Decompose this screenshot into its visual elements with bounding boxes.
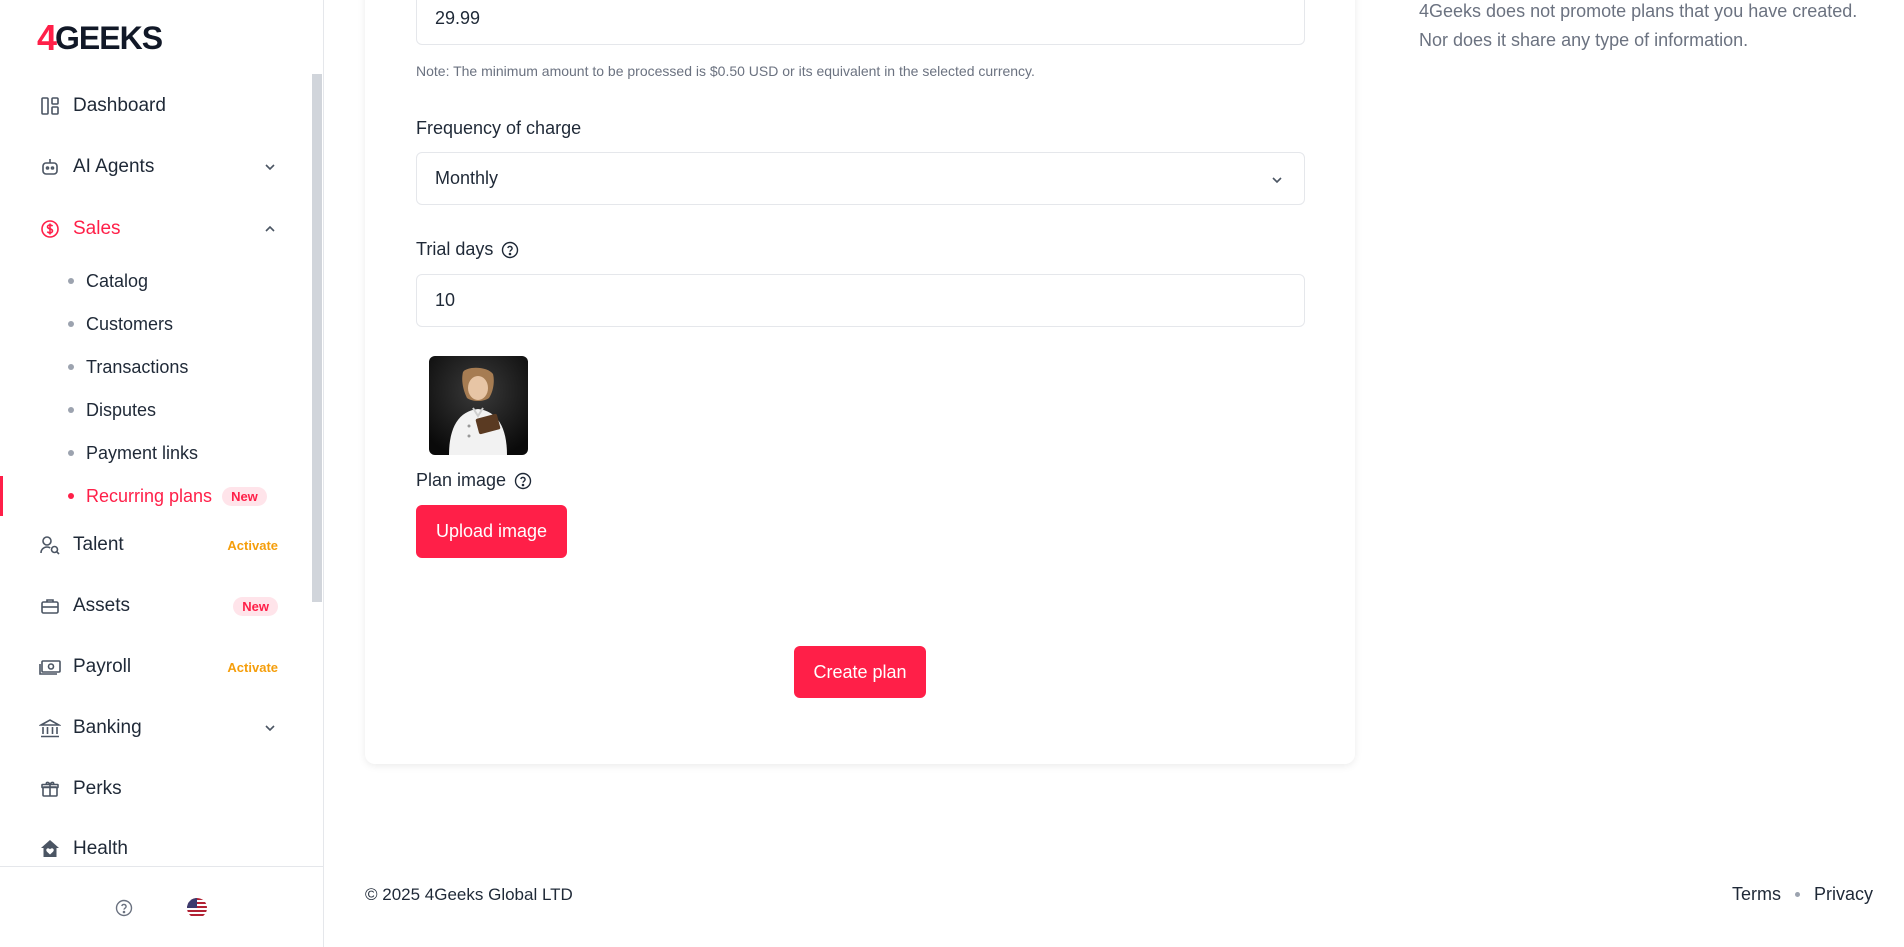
separator-dot — [1794, 892, 1800, 897]
sidebar-item-label: Perks — [73, 778, 122, 799]
sidebar-item-label: Banking — [73, 717, 142, 738]
subitem-label: Transactions — [86, 356, 189, 377]
terms-link[interactable]: Terms — [1732, 884, 1781, 905]
bullet-dot — [68, 493, 74, 499]
sidebar-subitem-recurring-plans[interactable]: Recurring plans New — [68, 481, 267, 511]
chevron-down-icon — [1270, 171, 1286, 187]
brand-logo[interactable]: 4 GEEKS — [37, 17, 163, 58]
frequency-value: Monthly — [435, 168, 499, 188]
trial-label-text: Trial days — [416, 239, 494, 259]
bullet-dot — [68, 450, 74, 456]
activate-badge: Activate — [227, 659, 278, 675]
sidebar-item-label: Dashboard — [73, 95, 166, 116]
price-input[interactable]: 29.99 — [416, 0, 1305, 45]
subitem-label: Disputes — [86, 399, 157, 420]
question-circle-icon[interactable] — [514, 472, 532, 490]
user-search-icon — [36, 531, 64, 559]
help-icon[interactable] — [115, 899, 133, 917]
sidebar-item-label: Payroll — [73, 656, 132, 677]
bullet-dot — [68, 321, 74, 327]
sidebar-item-payroll[interactable]: Payroll Activate — [36, 649, 278, 685]
sidebar-subitem-disputes[interactable]: Disputes — [68, 395, 156, 425]
chevron-down-icon — [262, 159, 278, 175]
bullet-dot — [68, 364, 74, 370]
frequency-select[interactable]: Monthly — [416, 152, 1305, 205]
sidebar-item-assets[interactable]: Assets New — [36, 588, 278, 624]
new-badge: New — [222, 486, 267, 506]
logo-mark: 4 — [37, 17, 57, 58]
sidebar-subitem-transactions[interactable]: Transactions — [68, 352, 188, 382]
privacy-note: 4Geeks does not promote plans that you h… — [1419, 1, 1858, 50]
sidebar-item-label: Assets — [73, 595, 131, 616]
sidebar-item-label: AI Agents — [73, 156, 155, 177]
gift-icon — [36, 775, 64, 803]
privacy-link[interactable]: Privacy — [1814, 884, 1873, 905]
robot-icon — [36, 153, 64, 181]
sidebar-item-perks[interactable]: Perks — [36, 771, 278, 807]
frequency-label: Frequency of charge — [416, 118, 581, 139]
footer-links: Terms Privacy — [1732, 884, 1873, 905]
frequency-label-text: Frequency of charge — [416, 118, 582, 138]
subitem-label: Payment links — [86, 442, 199, 463]
subitem-label: Customers — [86, 313, 174, 334]
dashboard-icon — [36, 92, 64, 120]
activate-badge: Activate — [227, 537, 278, 553]
subitem-label: Catalog — [86, 270, 149, 291]
new-badge: New — [233, 596, 278, 616]
sidebar-item-ai-agents[interactable]: AI Agents — [36, 149, 278, 185]
plan-image-label-text: Plan image — [416, 470, 507, 490]
sidebar-item-sales[interactable]: Sales — [36, 211, 278, 247]
sidebar-item-health[interactable]: Health — [36, 831, 278, 867]
price-note: Note: The minimum amount to be processed… — [416, 63, 1035, 79]
sidebar-subitem-customers[interactable]: Customers — [68, 309, 173, 339]
sidebar-item-dashboard[interactable]: Dashboard — [36, 88, 278, 124]
chevron-up-icon — [262, 221, 278, 237]
sidebar: 4 GEEKS Dashboard AI Agents Sales Catalo… — [0, 0, 324, 947]
house-heart-icon — [36, 835, 64, 863]
dollar-circle-icon — [36, 215, 64, 243]
us-flag-icon[interactable] — [187, 898, 207, 918]
create-plan-button[interactable]: Create plan — [794, 646, 926, 698]
sidebar-item-talent[interactable]: Talent Activate — [36, 527, 278, 563]
sidebar-footer — [0, 866, 324, 947]
cash-icon — [36, 653, 64, 681]
sidebar-item-banking[interactable]: Banking — [36, 710, 278, 746]
plan-image-label: Plan image — [416, 470, 532, 491]
copyright: © 2025 4Geeks Global LTD — [365, 885, 573, 904]
trial-days-value: 10 — [435, 290, 456, 310]
sidebar-subitem-catalog[interactable]: Catalog — [68, 266, 148, 296]
sidebar-item-label: Health — [73, 838, 128, 859]
upload-image-button[interactable]: Upload image — [416, 505, 567, 558]
sidebar-item-label: Sales — [73, 218, 121, 239]
chevron-down-icon — [262, 720, 278, 736]
bank-icon — [36, 714, 64, 742]
sidebar-scrollbar[interactable] — [312, 74, 322, 602]
trial-days-label: Trial days — [416, 239, 519, 260]
logo-text: GEEKS — [55, 20, 163, 56]
bullet-dot — [68, 407, 74, 413]
plan-image-preview — [429, 356, 528, 455]
subitem-label: Recurring plans — [86, 485, 213, 506]
briefcase-icon — [36, 592, 64, 620]
sidebar-item-label: Talent — [73, 534, 124, 555]
question-circle-icon[interactable] — [501, 241, 519, 259]
sidebar-subitem-payment-links[interactable]: Payment links — [68, 438, 198, 468]
bullet-dot — [68, 278, 74, 284]
trial-days-input[interactable]: 10 — [416, 274, 1305, 327]
active-indicator — [0, 476, 3, 516]
price-value: 29.99 — [435, 8, 481, 28]
